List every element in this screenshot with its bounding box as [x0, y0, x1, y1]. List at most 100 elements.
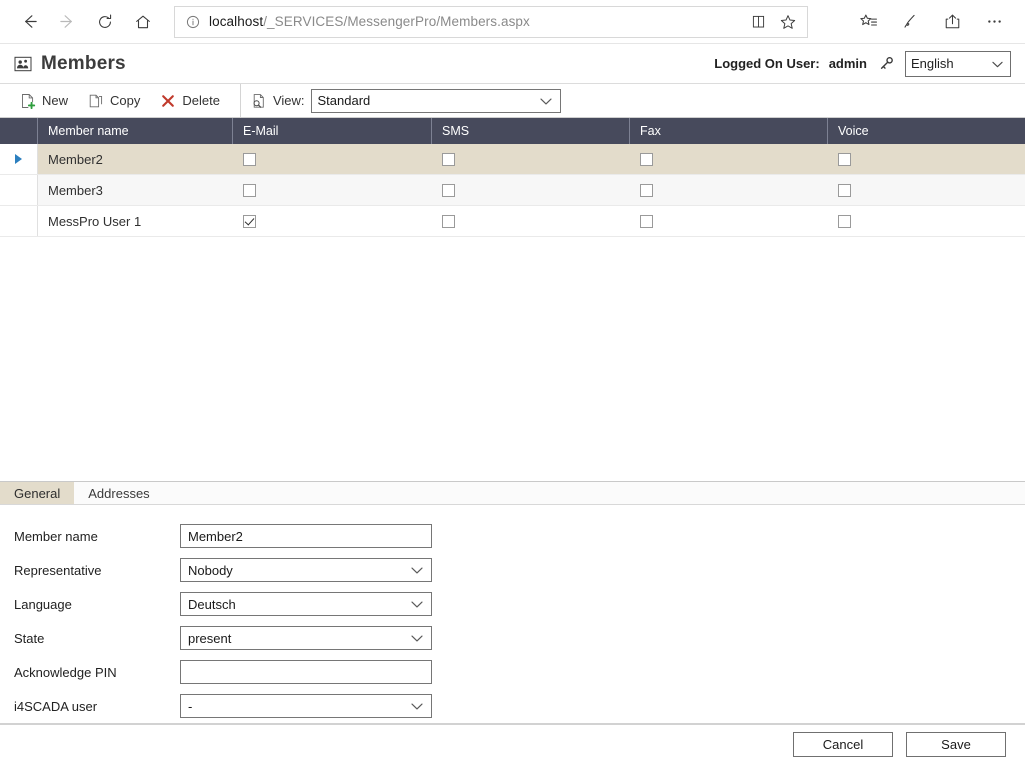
- representative-value: Nobody: [188, 562, 233, 578]
- form-row-representative: Representative Nobody: [14, 553, 1025, 587]
- select-i4scada-user[interactable]: -: [180, 694, 432, 718]
- cell-voice: [828, 175, 1025, 205]
- tab-general[interactable]: General: [0, 482, 75, 504]
- mail-checkbox[interactable]: [243, 183, 256, 197]
- view-label: View:: [272, 93, 305, 108]
- voice-checkbox[interactable]: [838, 152, 851, 166]
- cell-member-name: MessPro User 1: [48, 213, 142, 229]
- address-bar-url: localhost/_SERVICES/MessengerPro/Members…: [209, 14, 743, 29]
- home-button[interactable]: [124, 3, 162, 41]
- language-select[interactable]: English: [905, 50, 1011, 77]
- address-bar-actions: [743, 7, 803, 37]
- sms-checkbox[interactable]: [442, 214, 455, 228]
- cell-member-name: Member3: [48, 182, 103, 198]
- form-row-member-name: Member name Member2: [14, 519, 1025, 553]
- mail-checkbox[interactable]: [243, 152, 256, 166]
- select-representative[interactable]: Nobody: [180, 558, 432, 582]
- row-selector-triangle-icon: [15, 154, 22, 164]
- cell-mail: [233, 206, 432, 236]
- language-select-value: English: [911, 56, 954, 71]
- grid-body: Member2 Member3 MessPro User 1: [0, 144, 1025, 481]
- label-member-name: Member name: [14, 528, 98, 544]
- book-icon[interactable]: [743, 7, 773, 37]
- cancel-button[interactable]: Cancel: [793, 731, 893, 757]
- app-header: Members Logged On User: admin English: [0, 44, 1025, 84]
- web-notes-icon[interactable]: [889, 3, 931, 41]
- new-button[interactable]: New: [10, 88, 78, 114]
- view-group: View: Standard: [241, 84, 561, 117]
- label-representative: Representative: [14, 562, 102, 578]
- member-name-value: Member2: [188, 528, 243, 544]
- sms-checkbox[interactable]: [442, 152, 455, 166]
- browser-toolbar-right: [847, 3, 1015, 41]
- chevron-down-icon: [411, 563, 423, 578]
- cell-fax: [630, 175, 828, 205]
- mail-checkbox[interactable]: [243, 214, 256, 228]
- copy-document-icon: [88, 93, 104, 109]
- star-icon[interactable]: [773, 7, 803, 37]
- cell-sms: [432, 206, 630, 236]
- info-circle-icon: [183, 12, 203, 32]
- fax-checkbox[interactable]: [640, 183, 653, 197]
- grid-header-sms[interactable]: SMS: [432, 118, 630, 144]
- chevron-down-icon: [411, 597, 423, 612]
- row-selector[interactable]: [0, 175, 38, 205]
- delete-button[interactable]: Delete: [150, 88, 230, 114]
- key-icon[interactable]: [877, 55, 895, 73]
- label-state: State: [14, 630, 45, 646]
- form-row-i4scada-user: i4SCADA user -: [14, 689, 1025, 723]
- new-button-label: New: [42, 93, 69, 108]
- table-row[interactable]: Member2: [0, 144, 1025, 175]
- view-document-icon: [251, 93, 267, 109]
- voice-checkbox[interactable]: [838, 214, 851, 228]
- cell-mail: [233, 175, 432, 205]
- copy-button[interactable]: Copy: [78, 88, 150, 114]
- row-selector[interactable]: [0, 144, 38, 174]
- share-icon[interactable]: [931, 3, 973, 41]
- input-acknowledge-pin[interactable]: [180, 660, 432, 684]
- fax-checkbox[interactable]: [640, 214, 653, 228]
- table-row[interactable]: MessPro User 1: [0, 206, 1025, 237]
- form-row-acknowledge-pin: Acknowledge PIN: [14, 655, 1025, 689]
- form-row-state: State present: [14, 621, 1025, 655]
- new-document-icon: [20, 93, 36, 109]
- sms-checkbox[interactable]: [442, 183, 455, 197]
- cell-member-name: Member2: [48, 151, 103, 167]
- header-user-area: Logged On User: admin English: [714, 50, 1011, 77]
- table-row[interactable]: Member3: [0, 175, 1025, 206]
- label-language: Language: [14, 596, 72, 612]
- back-button[interactable]: [10, 3, 48, 41]
- chevron-down-icon: [539, 93, 552, 108]
- grid-header-fax[interactable]: Fax: [630, 118, 828, 144]
- address-bar[interactable]: localhost/_SERVICES/MessengerPro/Members…: [174, 5, 808, 38]
- input-member-name[interactable]: Member2: [180, 524, 432, 548]
- grid-header-email[interactable]: E-Mail: [233, 118, 432, 144]
- detail-form: Member name Member2 Representative Nobody La…: [0, 505, 1025, 723]
- view-select[interactable]: Standard: [310, 88, 561, 113]
- copy-button-label: Copy: [110, 93, 141, 108]
- forward-button[interactable]: [48, 3, 86, 41]
- delete-x-icon: [160, 93, 176, 109]
- form-row-language: Language Deutsch: [14, 587, 1025, 621]
- select-language[interactable]: Deutsch: [180, 592, 432, 616]
- i4scada-user-value: -: [188, 698, 193, 714]
- fax-checkbox[interactable]: [640, 152, 653, 166]
- refresh-button[interactable]: [86, 3, 124, 41]
- cell-sms: [432, 144, 630, 174]
- detail-tabstrip: General Addresses: [0, 482, 1025, 505]
- page-title: Members: [14, 53, 126, 75]
- more-ellipsis-icon[interactable]: [973, 3, 1015, 41]
- cell-voice: [828, 206, 1025, 236]
- save-button[interactable]: Save: [906, 731, 1006, 757]
- voice-checkbox[interactable]: [838, 183, 851, 197]
- grid-header-voice[interactable]: Voice: [828, 118, 1025, 144]
- cell-sms: [432, 175, 630, 205]
- grid-header-member-name[interactable]: Member name: [38, 118, 233, 144]
- row-selector[interactable]: [0, 206, 38, 236]
- tab-addresses[interactable]: Addresses: [74, 482, 163, 504]
- grid-header-row: Member name E-Mail SMS Fax Voice: [0, 118, 1025, 144]
- hub-favorites-icon[interactable]: [847, 3, 889, 41]
- state-value: present: [188, 630, 232, 646]
- delete-button-label: Delete: [182, 93, 220, 108]
- select-state[interactable]: present: [180, 626, 432, 650]
